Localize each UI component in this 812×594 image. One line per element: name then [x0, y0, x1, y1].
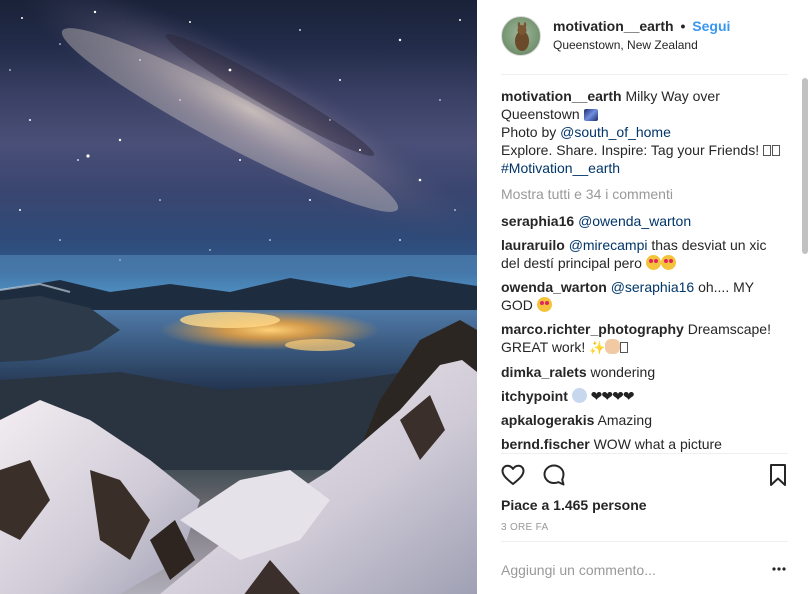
caption-line-3: Explore. Share. Inspire: Tag your Friend…	[501, 142, 760, 158]
caption-hashtag[interactable]: #Motivation__earth	[501, 160, 620, 176]
avatar[interactable]	[501, 16, 541, 56]
caption-username[interactable]: motivation__earth	[501, 88, 622, 104]
separator-dot: •	[680, 18, 686, 34]
username-row: motivation__earth • Segui	[553, 18, 730, 34]
more-horizontal-icon	[772, 567, 786, 571]
more-options-button[interactable]	[771, 561, 787, 582]
scrollbar-thumb[interactable]	[802, 78, 808, 254]
post-details-panel: motivation__earth • Segui Queenstown, Ne…	[477, 0, 812, 594]
comment-button[interactable]	[542, 463, 566, 492]
comments-list[interactable]: motivation__earth Milky Way over Queenst…	[501, 87, 783, 452]
comment-username[interactable]: owenda_warton	[501, 279, 607, 295]
post-header-text: motivation__earth • Segui Queenstown, Ne…	[553, 18, 730, 52]
unknown-glyph-icon	[620, 342, 629, 353]
comment-item: bernd.fischer WOW what a picture	[501, 435, 783, 452]
heart-outline-icon	[501, 464, 525, 485]
comment-item: marco.richter_photography Dreamscape! GR…	[501, 320, 783, 357]
milky-way-emoji-icon	[583, 109, 598, 121]
comment-item: lauraruilo @mirecampi thas desviat un xi…	[501, 236, 783, 272]
comment-username[interactable]: marco.richter_photography	[501, 321, 684, 337]
post-username[interactable]: motivation__earth	[553, 18, 674, 34]
post-timestamp[interactable]: 3 ORE FA	[501, 522, 548, 533]
comment-item: apkalogerakis Amazing	[501, 411, 783, 429]
comment-bubble-icon	[543, 464, 565, 486]
comment-mention[interactable]: @seraphia16	[611, 279, 695, 295]
save-button[interactable]	[768, 463, 788, 492]
comment-text: Amazing	[597, 412, 652, 428]
kangaroo-avatar-icon	[515, 22, 529, 51]
caption-photo-by: Photo by	[501, 124, 561, 140]
heart-eyes-emoji-icon	[645, 255, 661, 270]
comment-mention[interactable]: @owenda_warton	[578, 213, 691, 229]
comment-username[interactable]: itchypoint	[501, 388, 568, 404]
post-header: motivation__earth • Segui Queenstown, Ne…	[501, 16, 788, 56]
post-photo[interactable]	[0, 0, 477, 594]
comment-text: wondering	[590, 364, 656, 380]
heart-eyes-emoji-icon	[536, 297, 552, 312]
post-location[interactable]: Queenstown, New Zealand	[553, 38, 730, 52]
scream-emoji-icon	[571, 388, 587, 403]
comment-item: seraphia16 @owenda_warton	[501, 212, 783, 230]
divider	[501, 74, 788, 75]
likes-count[interactable]: Piace a 1.465 persone	[501, 497, 647, 513]
comments-scrollbar[interactable]	[799, 74, 809, 452]
add-comment-input[interactable]	[501, 559, 751, 581]
comment-text: ❤❤❤❤	[590, 388, 635, 404]
ok-hand-emoji-icon	[605, 339, 621, 354]
post-actions	[501, 463, 788, 491]
comment-mention[interactable]: @mirecampi	[569, 237, 648, 253]
milky-way-landscape-image	[0, 0, 477, 594]
unknown-glyph-icon	[762, 145, 771, 156]
like-button[interactable]	[501, 463, 525, 492]
divider	[501, 541, 788, 542]
comment-username[interactable]: bernd.fischer	[501, 436, 590, 452]
comment-item: itchypoint ❤❤❤❤	[501, 387, 783, 405]
view-all-comments-link[interactable]: Mostra tutti e 34 i commenti	[501, 185, 783, 203]
comment-item: dimka_ralets wondering	[501, 363, 783, 381]
follow-button[interactable]: Segui	[692, 18, 730, 34]
comment-text: WOW what a picture	[593, 436, 722, 452]
comment-username[interactable]: seraphia16	[501, 213, 574, 229]
caption-mention[interactable]: @south_of_home	[560, 124, 671, 140]
unknown-glyph-icon	[771, 145, 780, 156]
comment-item: owenda_warton @seraphia16 oh.... MY GOD	[501, 278, 783, 314]
post-caption: motivation__earth Milky Way over Queenst…	[501, 87, 783, 177]
comment-username[interactable]: apkalogerakis	[501, 412, 594, 428]
comment-username[interactable]: dimka_ralets	[501, 364, 587, 380]
sparkles-emoji-icon: ✨	[589, 340, 606, 355]
heart-eyes-emoji-icon	[660, 255, 676, 270]
comment-username[interactable]: lauraruilo	[501, 237, 565, 253]
divider	[501, 453, 788, 454]
bookmark-outline-icon	[770, 464, 786, 486]
